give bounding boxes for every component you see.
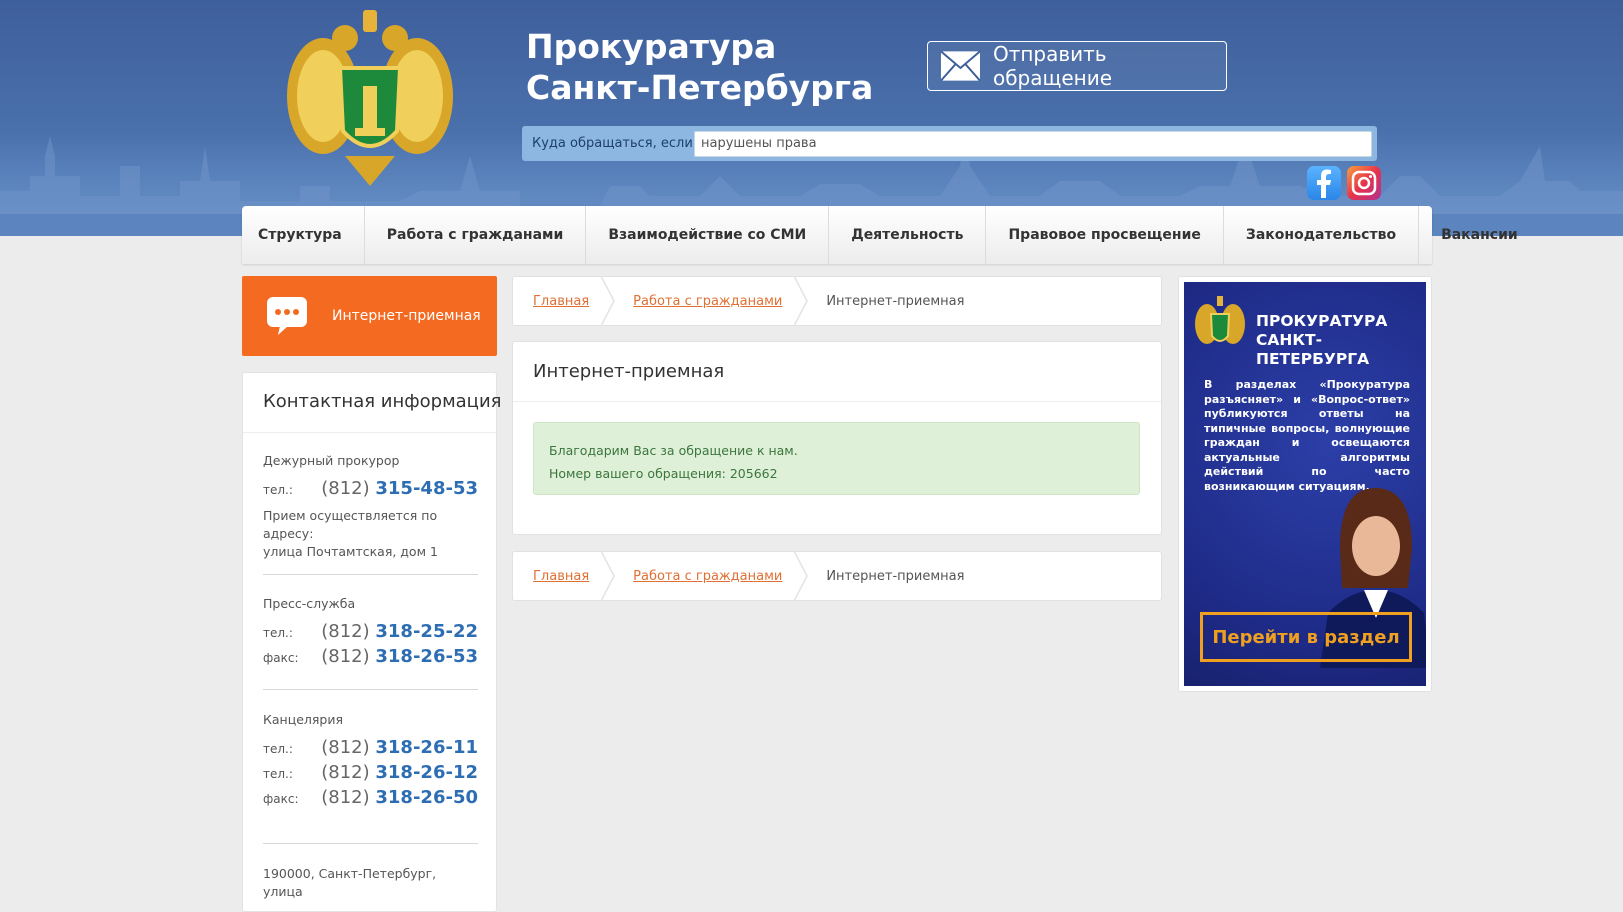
postal-address: 190000, Санкт-Петербург, улица: [263, 866, 437, 899]
breadcrumb-separator-icon: [794, 551, 809, 601]
office-phone2-row: тел.: (812) 318-26-12: [263, 762, 478, 787]
nav-item-media[interactable]: Взаимодействие со СМИ: [586, 206, 830, 264]
success-alert: Благодарим Вас за обращение к нам. Номер…: [533, 422, 1140, 495]
duty-prosecutor-section: Дежурный прокурор тел.: (812) 315-48-53 …: [263, 453, 478, 561]
emblem-small-icon: [1195, 296, 1245, 344]
phone-number: 318-26-12: [375, 762, 478, 783]
breadcrumb-separator-icon: [794, 276, 809, 326]
fax-code: (812): [321, 787, 370, 808]
phone-code: (812): [321, 478, 370, 499]
main-navigation: Структура Работа с гражданами Взаимодейс…: [242, 206, 1518, 264]
fax-value[interactable]: (812) 318-26-50: [321, 787, 478, 808]
site-title-line1: Прокуратура: [526, 27, 777, 66]
breadcrumb-current: Интернет-приемная: [826, 293, 965, 309]
fax-number: 318-26-50: [375, 787, 478, 808]
go-to-section-button[interactable]: Перейти в раздел: [1200, 612, 1412, 662]
breadcrumb-separator-icon: [601, 551, 616, 601]
fax-label: факс:: [263, 792, 299, 806]
instagram-link[interactable]: [1347, 166, 1381, 200]
press-service-heading: Пресс-служба: [263, 596, 356, 611]
facebook-link[interactable]: [1307, 166, 1341, 200]
phone-number: 318-25-22: [375, 621, 478, 642]
office-heading: Канцелярия: [263, 712, 343, 727]
breadcrumb-home-link[interactable]: Главная: [533, 569, 589, 584]
fax-number: 318-26-53: [375, 646, 478, 667]
phone-number: 315-48-53: [375, 478, 478, 499]
internet-reception-button[interactable]: Интернет-приемная: [242, 276, 497, 356]
phone-value[interactable]: (812) 318-26-11: [321, 737, 478, 758]
press-service-section: Пресс-служба тел.: (812) 318-25-22 факс:…: [263, 596, 478, 671]
nav-item-citizens[interactable]: Работа с гражданами: [365, 206, 587, 264]
contact-info-title: Контактная информация: [243, 373, 501, 433]
contact-info-panel: Контактная информация Дежурный прокурор …: [242, 372, 501, 912]
internet-reception-label: Интернет-приемная: [332, 308, 481, 324]
duty-phone-row: тел.: (812) 315-48-53: [263, 478, 478, 503]
breadcrumb-section-link[interactable]: Работа с гражданами: [633, 294, 782, 309]
site-title[interactable]: Прокуратура Санкт-Петербурга: [526, 26, 873, 108]
office-phone1-row: тел.: (812) 318-26-11: [263, 737, 478, 762]
phone-value[interactable]: (812) 318-25-22: [321, 621, 478, 642]
nav-item-structure[interactable]: Структура: [242, 206, 365, 264]
duty-note-line1: Прием осуществляется по адресу:: [263, 508, 438, 541]
nav-item-legislation[interactable]: Законодательство: [1224, 206, 1420, 264]
breadcrumb-current: Интернет-приемная: [826, 568, 965, 584]
phone-label: тел.:: [263, 742, 293, 756]
phone-label: тел.:: [263, 626, 293, 640]
phone-value[interactable]: (812) 318-26-12: [321, 762, 478, 783]
phone-code: (812): [321, 762, 370, 783]
alert-thanks-text: Благодарим Вас за обращение к нам.: [549, 443, 798, 458]
breadcrumb-home-link[interactable]: Главная: [533, 294, 589, 309]
office-section: Канцелярия тел.: (812) 318-26-11 тел.: (…: [263, 712, 478, 812]
prosecutor-emblem-logo: [287, 10, 453, 186]
breadcrumb: Главная Работа с гражданами Интернет-при…: [512, 276, 1162, 326]
duty-prosecutor-heading: Дежурный прокурор: [263, 453, 400, 468]
phone-label: тел.:: [263, 767, 293, 781]
press-phone-row: тел.: (812) 318-25-22: [263, 621, 478, 646]
where-to-apply-input[interactable]: [694, 130, 1372, 157]
office-fax-row: факс: (812) 318-26-50: [263, 787, 478, 812]
fax-code: (812): [321, 646, 370, 667]
section-divider: [263, 689, 478, 690]
press-fax-row: факс: (812) 318-26-53: [263, 646, 478, 671]
banner-title-line1: ПРОКУРАТУРА: [1256, 312, 1388, 330]
facebook-icon: [1317, 169, 1331, 198]
site-header: Прокуратура Санкт-Петербурга Отправить о…: [0, 0, 1623, 236]
breadcrumb-separator-icon: [601, 276, 616, 326]
banner-title: ПРОКУРАТУРА САНКТ-ПЕТЕРБУРГА: [1256, 312, 1426, 369]
phone-number: 318-26-11: [375, 737, 478, 758]
envelope-icon: [940, 50, 981, 82]
nav-item-legal-education[interactable]: Правовое просвещение: [986, 206, 1224, 264]
phone-label: тел.:: [263, 483, 293, 497]
where-to-apply-bar: Куда обращаться, если: [522, 126, 1377, 161]
content-panel: Интернет-приемная Благодарим Вас за обра…: [512, 341, 1162, 535]
nav-item-vacancies[interactable]: Вакансии: [1419, 206, 1540, 264]
address-section: 190000, Санкт-Петербург, улица: [263, 865, 478, 901]
instagram-icon: [1351, 170, 1377, 196]
fax-value[interactable]: (812) 318-26-53: [321, 646, 478, 667]
fax-label: факс:: [263, 651, 299, 665]
phone-value[interactable]: (812) 315-48-53: [321, 478, 478, 499]
phone-code: (812): [321, 737, 370, 758]
banner-description: В разделах «Прокуратура разъясняет» и «В…: [1204, 378, 1410, 493]
phone-code: (812): [321, 621, 370, 642]
send-appeal-label: Отправить обращение: [992, 42, 1112, 90]
duty-note-line2: улица Почтамтская, дом 1: [263, 544, 438, 559]
banner-title-line2: САНКТ-ПЕТЕРБУРГА: [1256, 331, 1370, 368]
section-divider: [263, 574, 478, 575]
nav-item-activity[interactable]: Деятельность: [829, 206, 987, 264]
send-appeal-button[interactable]: Отправить обращение: [927, 41, 1227, 91]
promo-banner-frame: ПРОКУРАТУРА САНКТ-ПЕТЕРБУРГА В разделах …: [1178, 276, 1432, 692]
breadcrumb-bottom: Главная Работа с гражданами Интернет-при…: [512, 551, 1162, 601]
page-title: Интернет-приемная: [513, 342, 1161, 402]
site-title-line2: Санкт-Петербурга: [526, 68, 874, 107]
alert-appeal-number: Номер вашего обращения: 205662: [549, 466, 778, 481]
section-divider: [263, 843, 478, 844]
chat-bubble-icon: [267, 297, 307, 335]
where-to-apply-label: Куда обращаться, если: [532, 136, 693, 151]
breadcrumb-section-link[interactable]: Работа с гражданами: [633, 569, 782, 584]
promo-banner[interactable]: ПРОКУРАТУРА САНКТ-ПЕТЕРБУРГА В разделах …: [1184, 282, 1426, 686]
